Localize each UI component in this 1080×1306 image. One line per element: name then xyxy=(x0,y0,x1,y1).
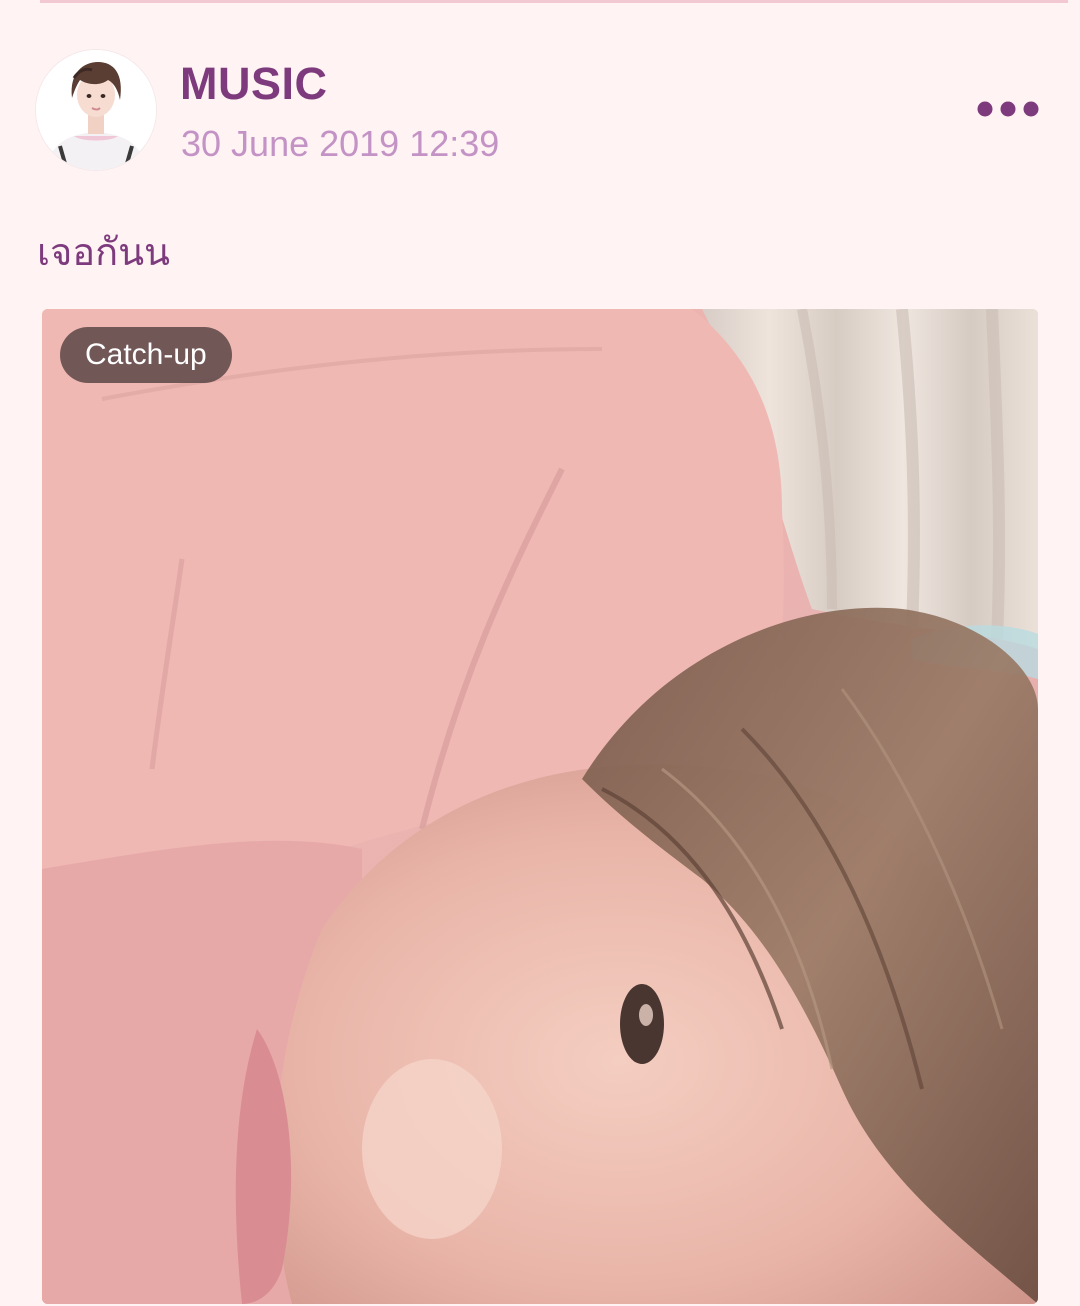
post-timestamp: 30 June 2019 12:39 xyxy=(181,123,500,164)
catch-up-badge: Catch-up xyxy=(60,327,232,383)
post-caption: เจอกันน xyxy=(37,232,171,274)
post-photo[interactable] xyxy=(42,309,1038,1304)
more-options-button[interactable] xyxy=(970,88,1046,132)
more-horizontal-icon xyxy=(977,101,1039,117)
selfie-photo xyxy=(42,309,1038,1304)
post-author-name[interactable]: MUSIC xyxy=(180,58,328,110)
avatar[interactable] xyxy=(36,50,156,170)
avatar-image xyxy=(36,50,156,170)
top-divider xyxy=(40,0,1068,3)
